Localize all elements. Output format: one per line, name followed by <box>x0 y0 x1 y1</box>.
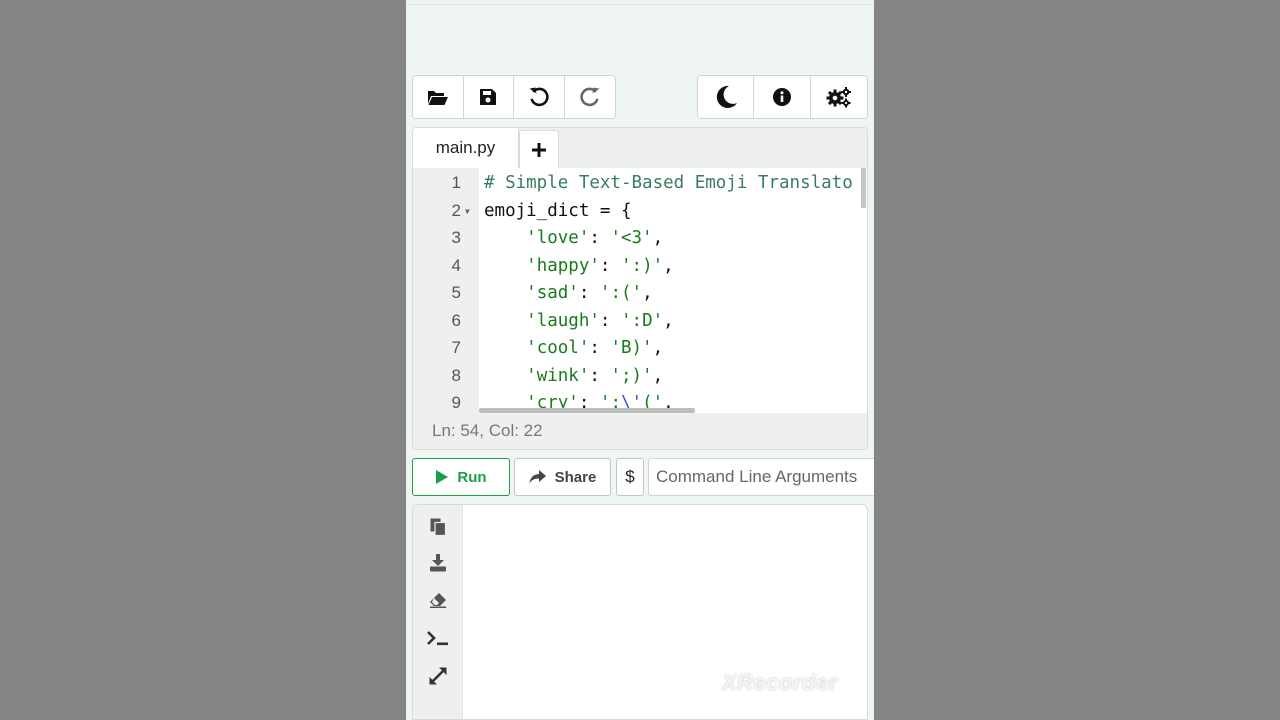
line-number: 9 <box>451 393 461 412</box>
vertical-scrollbar[interactable] <box>861 168 866 208</box>
line-number: 3 <box>451 228 461 247</box>
code-string: ';)' <box>610 366 653 386</box>
play-icon <box>436 470 449 484</box>
folder-open-icon <box>427 91 448 105</box>
plus-icon <box>532 142 546 157</box>
dark-mode-button[interactable] <box>698 76 755 118</box>
line-number: 6 <box>451 311 461 330</box>
code-editor: main.py 1 2 ▼ 3 4 5 6 7 8 9 # Simple Tex… <box>412 127 868 450</box>
code-comment: # Simple Text-Based Emoji Translato <box>484 173 853 193</box>
code-string: 'laugh' <box>526 311 600 331</box>
line-number: 4 <box>451 256 461 275</box>
line-number: 8 <box>451 366 461 385</box>
copy-icon <box>430 518 446 536</box>
line-gutter: 1 2 ▼ 3 4 5 6 7 8 9 <box>413 168 479 413</box>
code-string: 'wink' <box>526 366 590 386</box>
fold-arrow-icon[interactable]: ▼ <box>465 207 470 216</box>
share-icon <box>529 470 546 484</box>
code-string: '<3' <box>610 228 653 248</box>
code-line: # Simple Text-Based Emoji Translato <box>484 169 853 197</box>
cursor-status: Ln: 54, Col: 22 <box>432 421 543 440</box>
undo-icon <box>529 87 549 107</box>
download-output-button[interactable] <box>426 551 450 575</box>
code-line: 'wink': ';)', <box>526 366 664 386</box>
expand-output-button[interactable] <box>426 664 450 688</box>
save-icon <box>480 89 497 105</box>
recorder-watermark: XRecorder <box>722 670 838 695</box>
expand-icon <box>429 667 447 685</box>
code-string: ':)' <box>621 256 664 276</box>
moon-icon <box>716 85 737 108</box>
copy-output-button[interactable] <box>426 515 450 539</box>
line-number: 2 <box>451 201 461 220</box>
output-toolbar <box>413 505 463 719</box>
run-button[interactable]: Run <box>412 458 510 496</box>
clear-output-button[interactable] <box>426 588 450 612</box>
code-string: ':(' <box>599 283 643 303</box>
top-divider <box>406 4 874 5</box>
code-line: 'sad': ':(', <box>526 283 653 303</box>
code-line: 'happy': ':)', <box>526 256 674 276</box>
stdin-toggle-button[interactable]: $ <box>616 458 644 496</box>
line-number: 5 <box>451 283 461 302</box>
info-button[interactable] <box>754 76 811 118</box>
code-line: 'cool': 'B)', <box>526 338 664 358</box>
app-screen: main.py 1 2 ▼ 3 4 5 6 7 8 9 # Simple Tex… <box>406 0 874 720</box>
run-label: Run <box>457 468 487 486</box>
code-string: 'love' <box>526 228 590 248</box>
code-string: 'cool' <box>526 338 590 358</box>
horizontal-scrollbar[interactable] <box>479 408 695 413</box>
redo-button[interactable] <box>564 76 615 118</box>
terminal-icon <box>427 631 448 646</box>
editor-tabs: main.py <box>413 128 867 168</box>
info-icon <box>773 88 792 106</box>
code-area[interactable]: 1 2 ▼ 3 4 5 6 7 8 9 # Simple Text-Based … <box>413 168 867 413</box>
line-number: 1 <box>451 173 461 192</box>
share-label: Share <box>554 468 597 486</box>
add-tab-button[interactable] <box>519 130 559 168</box>
open-file-button[interactable] <box>413 76 464 118</box>
tab-main-py[interactable]: main.py <box>413 128 519 168</box>
line-number: 7 <box>451 338 461 357</box>
code-string: ':D' <box>621 311 664 331</box>
eraser-icon <box>430 593 446 608</box>
file-toolbar <box>412 75 616 119</box>
download-icon <box>430 554 446 572</box>
share-button[interactable]: Share <box>514 458 611 496</box>
gears-icon <box>826 87 851 108</box>
code-string: 'sad' <box>526 283 579 303</box>
settings-button[interactable] <box>810 76 867 118</box>
code-line: 'love': '<3', <box>526 228 664 248</box>
terminal-button[interactable] <box>426 626 450 650</box>
undo-button[interactable] <box>514 76 565 118</box>
redo-icon <box>580 87 600 107</box>
settings-toolbar <box>697 75 868 119</box>
code-line: 'laugh': ':D', <box>526 311 674 331</box>
code-line: emoji_dict = { <box>484 201 632 221</box>
run-bar: Run Share $ <box>412 458 874 496</box>
command-line-arguments-input[interactable] <box>648 458 874 496</box>
save-button[interactable] <box>463 76 514 118</box>
code-string: 'happy' <box>526 256 600 276</box>
code-string: 'B)' <box>610 338 653 358</box>
